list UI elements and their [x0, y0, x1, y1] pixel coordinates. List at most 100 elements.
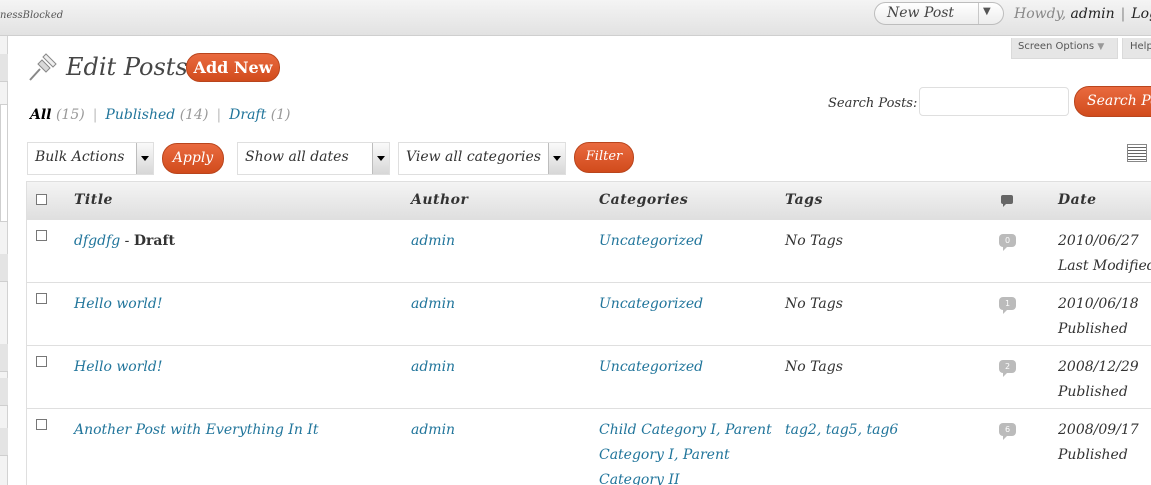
table-row: Hello world! admin Uncategorized No Tags… [26, 346, 1151, 409]
divider [978, 3, 979, 24]
row-checkbox[interactable] [36, 293, 47, 304]
post-title-link[interactable]: Hello world! [74, 359, 163, 375]
column-header-title[interactable]: Title [74, 192, 113, 208]
categories-cell: Uncategorized [599, 292, 703, 317]
date-cell: 2008/09/17 Published [1058, 418, 1139, 468]
row-checkbox[interactable] [36, 356, 47, 367]
divider: | [92, 107, 98, 123]
column-header-categories: Categories [599, 192, 689, 208]
categories-value[interactable]: View all categories [406, 149, 541, 165]
chevron-down-icon[interactable] [136, 143, 153, 174]
search-input[interactable] [919, 87, 1069, 116]
menu-item[interactable] [0, 54, 8, 82]
author-link[interactable]: admin [411, 296, 455, 312]
categories-cell: Child Category I, Parent Category I, Par… [599, 418, 772, 485]
comment-count-badge[interactable]: 1 [999, 297, 1016, 314]
category-link[interactable]: Uncategorized [599, 359, 703, 375]
logout-link[interactable]: Log [1131, 6, 1151, 22]
author-link[interactable]: admin [411, 359, 455, 375]
list-view-icon[interactable] [1127, 144, 1147, 162]
post-title-link[interactable]: Hello world! [74, 296, 163, 312]
post-title-link[interactable]: Another Post with Everything In It [74, 422, 318, 438]
categories-cell: Uncategorized [599, 355, 703, 380]
search-label: Search Posts: [828, 96, 918, 111]
category-link[interactable]: Child Category I, Parent [599, 418, 772, 443]
categories-cell: Uncategorized [599, 229, 703, 254]
tags-cell[interactable]: tag2, tag5, tag6 [785, 418, 898, 443]
divider: | [216, 107, 222, 123]
dates-value[interactable]: Show all dates [245, 149, 349, 165]
dates-select[interactable]: Show all dates [237, 142, 390, 175]
post-date: 2008/09/17 [1058, 422, 1139, 438]
row-checkbox[interactable] [36, 230, 47, 241]
select-all-checkbox[interactable] [36, 194, 47, 205]
chevron-down-icon: ▼ [1097, 42, 1105, 52]
post-state: Draft [133, 233, 175, 249]
table-row: dfgdfg - Draft admin Uncategorized No Ta… [26, 220, 1151, 283]
comment-count-badge[interactable]: 0 [999, 234, 1016, 251]
screen-options-tab[interactable]: Screen Options ▼ [1011, 38, 1118, 59]
site-name[interactable]: nessBlocked [0, 10, 63, 21]
column-header-date[interactable]: Date [1058, 192, 1097, 208]
author-cell: admin [411, 292, 455, 317]
category-link[interactable]: Uncategorized [599, 296, 703, 312]
search-posts-button[interactable]: Search Po [1074, 86, 1151, 117]
title-cell: dfgdfg - Draft [74, 229, 175, 254]
chevron-down-icon[interactable] [548, 143, 565, 174]
table-row: Another Post with Everything In It admin… [26, 409, 1151, 485]
author-link[interactable]: admin [411, 233, 455, 249]
comment-count-badge[interactable]: 6 [999, 423, 1016, 440]
comment-count-badge[interactable]: 2 [999, 360, 1016, 377]
category-link[interactable]: Uncategorized [599, 233, 703, 249]
author-cell: admin [411, 418, 455, 443]
post-title-link[interactable]: dfgdfg [74, 233, 120, 249]
title-cell: Hello world! [74, 355, 163, 380]
filter-button[interactable]: Filter [574, 142, 634, 173]
new-post-dropdown[interactable]: New Post ▼ [874, 2, 1004, 25]
tags-cell: No Tags [785, 296, 843, 312]
screen-options-label[interactable]: Screen Options [1018, 41, 1094, 52]
new-post-label[interactable]: New Post [887, 5, 954, 21]
table-header: Title Author Categories Tags Date [26, 181, 1151, 220]
user-link[interactable]: admin [1071, 6, 1115, 22]
filter-count: (14) [179, 107, 209, 123]
post-status: Last Modified [1058, 258, 1151, 274]
author-link[interactable]: admin [411, 422, 455, 438]
bulk-actions-select[interactable]: Bulk Actions [27, 142, 154, 175]
chevron-down-icon[interactable] [372, 143, 389, 174]
filter-count: (1) [270, 107, 291, 123]
filter-all[interactable]: All [30, 107, 52, 123]
howdy-text: Howdy, [1014, 6, 1067, 22]
admin-menu [0, 36, 8, 485]
filter-draft[interactable]: Draft [229, 107, 266, 123]
add-new-button[interactable]: Add New [186, 53, 280, 82]
post-status: Published [1058, 321, 1128, 337]
post-date: 2010/06/27 [1058, 233, 1139, 249]
column-header-tags: Tags [785, 192, 823, 208]
menu-item[interactable] [0, 378, 8, 406]
help-label[interactable]: Help [1130, 41, 1151, 52]
author-cell: admin [411, 229, 455, 254]
bulk-actions-value[interactable]: Bulk Actions [35, 149, 124, 165]
comment-icon [1001, 195, 1013, 207]
filter-published[interactable]: Published [105, 107, 175, 123]
row-checkbox[interactable] [36, 419, 47, 430]
help-tab[interactable]: Help [1122, 38, 1151, 59]
menu-item-posts[interactable] [0, 104, 8, 222]
divider: | [1120, 6, 1126, 22]
categories-select[interactable]: View all categories [398, 142, 566, 175]
post-status: Published [1058, 447, 1128, 463]
menu-item[interactable] [0, 344, 8, 372]
title-separator: - [120, 233, 134, 249]
chevron-down-icon[interactable]: ▼ [983, 6, 991, 17]
apply-button[interactable]: Apply [162, 143, 224, 174]
date-cell: 2010/06/18 Published [1058, 292, 1139, 342]
menu-item[interactable] [0, 428, 8, 456]
post-date: 2010/06/18 [1058, 296, 1139, 312]
menu-item[interactable] [0, 254, 8, 282]
filter-count: (15) [55, 107, 85, 123]
category-link[interactable]: Category II [599, 468, 772, 485]
title-cell: Another Post with Everything In It [74, 418, 318, 443]
table-row: Hello world! admin Uncategorized No Tags… [26, 283, 1151, 346]
category-link[interactable]: Category I, Parent [599, 443, 772, 468]
